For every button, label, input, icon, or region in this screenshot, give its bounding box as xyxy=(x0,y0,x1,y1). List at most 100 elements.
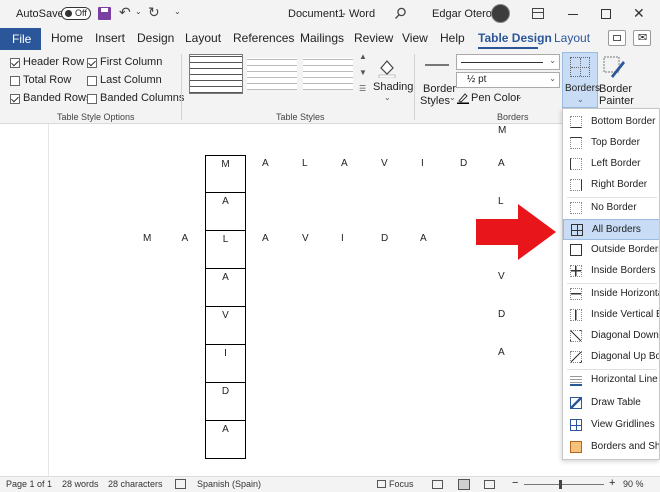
menu-item-right-border[interactable]: Right Border xyxy=(563,175,659,196)
comments-icon[interactable] xyxy=(608,30,626,46)
tab-mailings[interactable]: Mailings xyxy=(300,31,344,45)
avatar[interactable] xyxy=(491,4,510,23)
shading-icon[interactable] xyxy=(376,56,398,79)
redo-icon[interactable]: ↻ xyxy=(148,4,160,21)
header-row-checkbox[interactable] xyxy=(10,58,20,68)
tab-layout[interactable]: Layout xyxy=(185,31,221,45)
menu-item-bottom-border[interactable]: Bottom Border xyxy=(563,112,659,133)
menu-item-label: Outside Borders xyxy=(591,244,660,255)
table-cell[interactable]: A xyxy=(205,269,246,307)
zoom-level[interactable]: 90 % xyxy=(623,479,644,489)
shading-label[interactable]: Shading xyxy=(373,81,413,93)
menu-item-diagonal-up-border[interactable]: Diagonal Up Border xyxy=(563,347,659,368)
tab-table-design[interactable]: Table Design xyxy=(478,31,552,45)
menu-item-all-borders[interactable]: All Borders xyxy=(563,219,659,240)
gallery-up-icon[interactable]: ▲ xyxy=(359,52,367,61)
menu-item-inside-horizontal-border[interactable]: Inside Horizontal Border xyxy=(563,284,659,305)
line-style-dropdown[interactable]: ⌄ xyxy=(456,54,560,70)
gallery-down-icon[interactable]: ▼ xyxy=(359,68,367,77)
border-styles-icon[interactable] xyxy=(425,64,449,66)
share-icon[interactable]: ✉ xyxy=(633,30,651,46)
pen-color-icon[interactable] xyxy=(457,92,469,104)
banded-columns-checkbox[interactable] xyxy=(87,94,97,104)
customize-icon[interactable]: ⌄ xyxy=(174,7,181,16)
read-mode-icon[interactable] xyxy=(432,480,443,489)
table-style-grid-3[interactable] xyxy=(303,58,353,90)
page-count[interactable]: Page 1 of 1 xyxy=(6,479,52,489)
menu-item-label: Diagonal Up Border xyxy=(591,351,659,362)
border-painter-icon[interactable] xyxy=(603,56,625,78)
bottom-border-icon xyxy=(570,116,582,128)
menu-item-inside-borders[interactable]: Inside Borders xyxy=(563,261,659,282)
tab-review[interactable]: Review xyxy=(354,31,393,45)
save-icon[interactable] xyxy=(98,7,111,20)
word-count[interactable]: 28 words xyxy=(62,479,99,489)
web-layout-icon[interactable] xyxy=(484,480,495,489)
border-styles-label-2[interactable]: Styles xyxy=(420,95,450,107)
tab-file[interactable]: File xyxy=(0,28,41,50)
border-painter-label-1[interactable]: Border xyxy=(599,83,632,95)
tab-design[interactable]: Design xyxy=(137,31,174,45)
menu-item-inside-vertical-border[interactable]: Inside Vertical Border xyxy=(563,305,659,326)
table-cell[interactable]: I xyxy=(205,345,246,383)
tab-references[interactable]: References xyxy=(233,31,294,45)
language[interactable]: Spanish (Spain) xyxy=(197,479,261,489)
zoom-in-icon[interactable]: + xyxy=(609,477,615,489)
tab-home[interactable]: Home xyxy=(51,31,83,45)
proofing-icon[interactable] xyxy=(175,479,186,489)
table-cell[interactable]: A xyxy=(205,421,246,459)
menu-item-borders-and-shading[interactable]: Borders and Shading... xyxy=(563,437,659,458)
zoom-out-icon[interactable]: − xyxy=(512,477,518,489)
menu-item-label: Draw Table xyxy=(591,397,641,408)
menu-item-view-gridlines[interactable]: View Gridlines xyxy=(563,415,659,436)
total-row-label: Total Row xyxy=(23,74,72,86)
menu-item-left-border[interactable]: Left Border xyxy=(563,154,659,175)
maximize-icon[interactable] xyxy=(601,9,611,19)
banded-rows-checkbox[interactable] xyxy=(10,94,20,104)
gallery-more-icon[interactable]: ☰ xyxy=(359,84,366,93)
first-column-checkbox[interactable] xyxy=(87,58,97,68)
menu-item-draw-table[interactable]: Draw Table xyxy=(563,393,659,414)
row-letter: A xyxy=(420,233,427,244)
borders-button[interactable]: Borders ⌄ xyxy=(562,52,600,108)
table-style-grid-2[interactable] xyxy=(247,58,297,90)
pen-color-label[interactable]: Pen Color xyxy=(471,92,520,104)
search-icon[interactable] xyxy=(394,7,407,20)
minimize-icon[interactable] xyxy=(568,14,578,15)
focus-label[interactable]: Focus xyxy=(389,479,414,489)
last-column-checkbox[interactable] xyxy=(87,76,97,86)
table-cell[interactable]: V xyxy=(205,307,246,345)
focus-icon[interactable] xyxy=(377,480,386,488)
close-icon[interactable]: ✕ xyxy=(633,5,645,22)
autosave-toggle[interactable]: Off xyxy=(61,7,91,20)
table-style-grid-1[interactable] xyxy=(189,54,243,94)
tab-view[interactable]: View xyxy=(402,31,428,45)
total-row-checkbox[interactable] xyxy=(10,76,20,86)
ribbon-tabs: File Home Insert Design Layout Reference… xyxy=(0,28,660,50)
undo-dropdown-icon[interactable]: ⌄ xyxy=(135,7,142,16)
table-cell-letter: A xyxy=(222,196,229,207)
ribbon-display-icon[interactable] xyxy=(532,8,544,19)
line-weight-dropdown[interactable]: ½ pt ⌄ xyxy=(456,72,560,88)
tab-help[interactable]: Help xyxy=(440,31,465,45)
character-count[interactable]: 28 characters xyxy=(108,479,163,489)
row-letter: A xyxy=(262,233,269,244)
print-layout-icon[interactable] xyxy=(458,479,470,490)
user-name[interactable]: Edgar Otero xyxy=(432,8,492,20)
undo-icon[interactable]: ↶ xyxy=(119,4,131,21)
table-cell[interactable]: A xyxy=(205,193,246,231)
zoom-slider[interactable] xyxy=(524,480,604,489)
menu-item-top-border[interactable]: Top Border xyxy=(563,133,659,154)
tab-insert[interactable]: Insert xyxy=(95,31,125,45)
table-cell[interactable]: D xyxy=(205,383,246,421)
table-cell[interactable]: L xyxy=(205,231,246,269)
menu-item-diagonal-down-border[interactable]: Diagonal Down Border xyxy=(563,326,659,347)
table-cell[interactable]: M xyxy=(205,155,246,193)
tab-table-layout[interactable]: Layout xyxy=(554,31,590,45)
menu-item-label: Diagonal Down Border xyxy=(591,330,659,341)
menu-item-outside-borders[interactable]: Outside Borders xyxy=(563,240,660,261)
menu-item-horizontal-line[interactable]: Horizontal Line xyxy=(563,370,659,391)
border-painter-label-2[interactable]: Painter xyxy=(599,95,634,107)
menu-item-no-border[interactable]: No Border xyxy=(563,198,659,219)
document-area[interactable] xyxy=(0,124,660,476)
